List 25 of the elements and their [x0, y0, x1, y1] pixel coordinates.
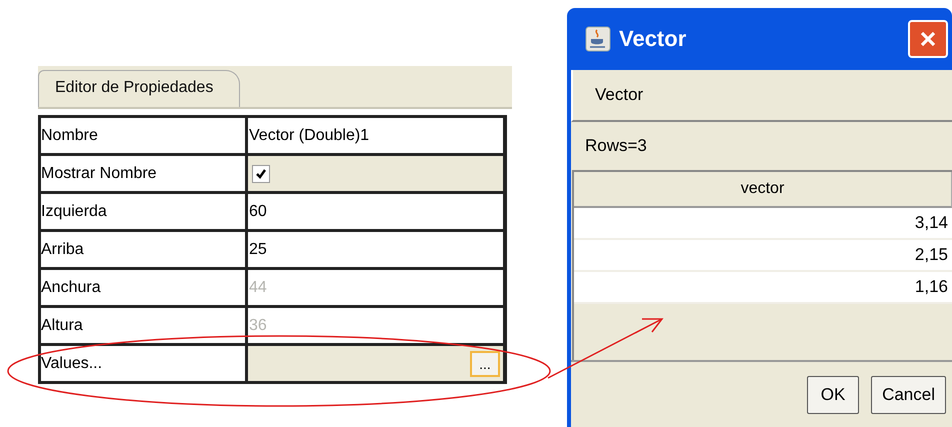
checkmark-icon [255, 168, 267, 180]
property-name: Arriba [41, 232, 245, 267]
table-cell-text: 1,16 [914, 276, 949, 298]
property-name: Nombre [41, 118, 245, 153]
close-button[interactable] [908, 20, 948, 58]
dialog-button[interactable]: OK [807, 376, 860, 414]
window-title: Vector [619, 26, 686, 52]
checkbox[interactable] [252, 164, 270, 182]
tab[interactable]: Editor de Propiedades [38, 70, 240, 107]
property-name: Anchura [41, 270, 245, 305]
property-name: Values... [41, 346, 245, 381]
dialog-button[interactable]: Cancel [871, 376, 946, 414]
property-name: Mostrar Nombre [41, 156, 245, 191]
table-cell-text: 2,15 [914, 244, 949, 266]
property-name: Izquierda [41, 194, 245, 229]
property-name: Altura [41, 308, 245, 343]
header-label: Vector [595, 85, 644, 105]
property-value[interactable]: 25 [248, 232, 503, 267]
property-value[interactable]: Vector (Double)1 [248, 118, 503, 153]
close-icon [918, 29, 938, 49]
rows-label: Rows=3 [584, 135, 648, 157]
ellipsis-button[interactable]: ... [470, 350, 500, 376]
coffee-cup-icon [585, 26, 611, 52]
property-value[interactable]: 60 [248, 194, 503, 229]
table-cell-text: 3,14 [914, 212, 949, 234]
